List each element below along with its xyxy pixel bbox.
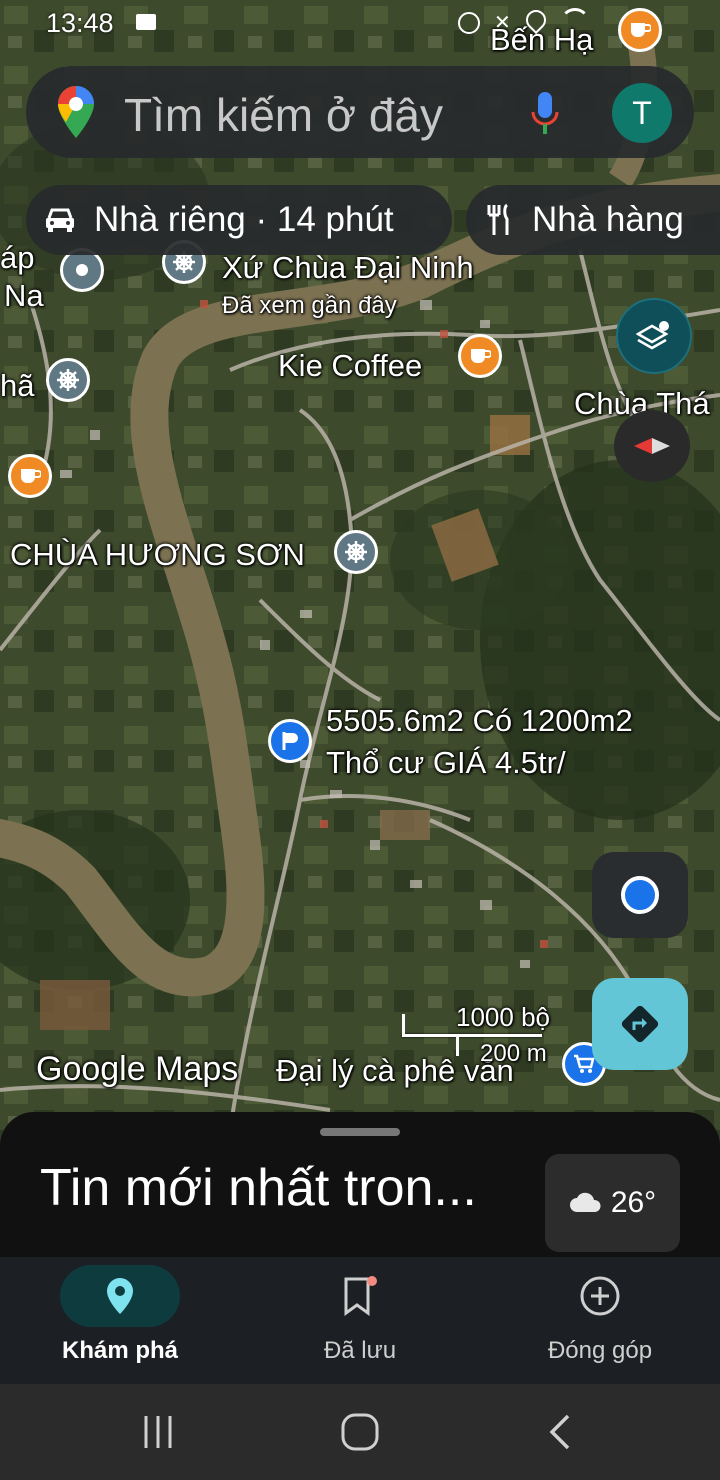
compass-icon [634, 438, 670, 454]
avatar-letter: T [632, 94, 652, 131]
sheet-drag-handle[interactable] [320, 1128, 400, 1136]
my-location-button[interactable] [592, 852, 688, 938]
system-navigation-bar [0, 1384, 720, 1480]
avatar[interactable]: T [612, 83, 672, 143]
compass-button[interactable] [614, 410, 690, 482]
image-notification-icon [136, 14, 156, 30]
scale-feet-label: 1000 bộ [456, 1002, 550, 1032]
google-maps-pin-icon [58, 86, 94, 138]
cafe-pin-icon[interactable] [458, 334, 502, 378]
directions-icon [621, 1005, 659, 1043]
nav-explore[interactable]: Khám phá [0, 1257, 240, 1384]
listing-label-line1[interactable]: 5505.6m2 Có 1200m2 [326, 703, 633, 739]
google-maps-logo: Google Maps [36, 1050, 239, 1088]
bookmark-icon [344, 1276, 377, 1316]
location-pin-icon [107, 1278, 133, 1314]
flag-pin-icon[interactable] [268, 719, 312, 763]
alarm-icon [458, 12, 480, 34]
saved-icon-container [300, 1265, 420, 1327]
chip-home-label: Nhà riêng · 14 phút [94, 200, 394, 239]
nav-saved[interactable]: Đã lưu [240, 1257, 480, 1384]
cafe-pin-icon[interactable] [8, 454, 52, 498]
status-time: 13:48 [46, 8, 114, 38]
nav-saved-label: Đã lưu [323, 1337, 397, 1364]
listing-label-line2[interactable]: Thổ cư GIÁ 4.5tr/ [326, 745, 566, 781]
car-icon [46, 208, 74, 232]
microphone-icon[interactable] [530, 90, 560, 136]
temple-pin-icon[interactable] [334, 530, 378, 574]
recent-apps-icon[interactable] [140, 1414, 176, 1450]
back-icon[interactable] [548, 1414, 574, 1450]
place-label-partial-2: Na [4, 278, 44, 313]
temple-pin-icon[interactable] [46, 358, 90, 402]
explore-icon-container [60, 1265, 180, 1327]
place-label-partial-1: áp [0, 240, 35, 275]
map-view[interactable]: Bến Hạ Xứ Chùa Đại Ninh Đã xem gần đây K… [0, 0, 720, 1130]
sheet-title[interactable]: Tin mới nhất tron... [40, 1158, 477, 1218]
nav-contribute[interactable]: Đóng góp [480, 1257, 720, 1384]
chip-restaurants[interactable]: Nhà hàng [466, 185, 720, 255]
layers-icon [636, 321, 669, 350]
place-label-partial-3: hã [0, 368, 35, 403]
recently-viewed-label: Đã xem gần đây [222, 292, 397, 319]
status-bar: 13:48 ✕ [0, 0, 720, 46]
add-circle-icon [580, 1276, 620, 1316]
home-icon[interactable] [340, 1412, 380, 1452]
place-label-kie-coffee[interactable]: Kie Coffee [278, 348, 422, 384]
search-input[interactable]: Tìm kiếm ở đây [124, 88, 443, 142]
latest-news-sheet[interactable]: Tin mới nhất tron... 26° [0, 1112, 720, 1257]
contribute-icon-container [540, 1265, 660, 1327]
chip-home-commute[interactable]: Nhà riêng · 14 phút [26, 185, 452, 255]
place-label-chua-huong-son[interactable]: CHÙA HƯƠNG SƠN [10, 537, 305, 573]
scale-meters-label: 200 m [480, 1040, 547, 1067]
search-bar[interactable]: Tìm kiếm ở đây T [26, 66, 694, 158]
nav-contribute-label: Đóng góp [547, 1337, 653, 1364]
location-status-icon [521, 5, 551, 35]
chip-restaurant-label: Nhà hàng [532, 200, 684, 239]
layers-button[interactable] [616, 298, 692, 374]
my-location-icon [621, 876, 659, 914]
scale-bar: 1000 bộ 200 m [400, 1002, 560, 1067]
bottom-navigation: Khám phá Đã lưu Đóng góp [0, 1257, 720, 1384]
weather-chip[interactable]: 26° [545, 1154, 680, 1252]
restaurant-icon [487, 203, 509, 235]
directions-button[interactable] [592, 978, 688, 1070]
mute-icon: ✕ [494, 12, 511, 34]
temperature: 26° [610, 1186, 657, 1219]
cloud-icon [569, 1192, 601, 1212]
nav-explore-label: Khám phá [61, 1337, 178, 1364]
wifi-icon [560, 8, 590, 38]
place-label-xu-chua[interactable]: Xứ Chùa Đại Ninh [222, 250, 474, 286]
